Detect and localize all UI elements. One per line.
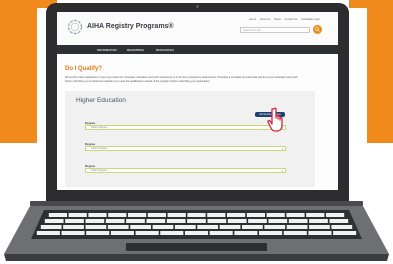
keyboard-key <box>110 231 134 235</box>
keyboard-key <box>61 231 85 235</box>
logo-swirl-icon <box>67 19 83 35</box>
background-top-right <box>349 0 367 8</box>
keyboard-key <box>166 219 186 223</box>
keyboard-key <box>40 225 62 229</box>
keyboard-key <box>248 219 267 223</box>
webcam <box>196 5 199 8</box>
keyboard-key <box>105 219 125 223</box>
keyboard-key <box>227 213 246 217</box>
trackpad <box>126 243 267 251</box>
search-button[interactable] <box>313 25 322 34</box>
site-header: AIHA Registry Programs® Home About Us Ne… <box>57 12 338 45</box>
utility-link-about[interactable]: About Us <box>260 18 271 21</box>
keyboard-key <box>160 231 184 235</box>
keyboard-key <box>184 231 209 235</box>
laptop-screen: AIHA Registry Programs® Home About Us Ne… <box>57 12 338 190</box>
keyboard-key <box>326 213 345 217</box>
keyboard-key <box>309 219 328 223</box>
keyboard-key <box>207 213 226 217</box>
keyboard-key <box>108 213 127 217</box>
page-title: Do I Qualify? <box>65 66 103 72</box>
keyboard-key <box>147 213 166 217</box>
keyboard-key <box>266 213 285 217</box>
page-content: Do I Qualify? Fill out the online applic… <box>57 54 338 190</box>
keyboard-key <box>48 213 67 217</box>
utility-link-contact[interactable]: Contact Us <box>285 18 298 21</box>
keyboard-key <box>264 225 286 229</box>
keyboard-key <box>187 219 206 223</box>
keyboard-key <box>209 231 233 235</box>
keyboard-key <box>286 213 305 217</box>
keyboard-key <box>187 213 206 217</box>
keyboard-key <box>207 219 227 223</box>
degree-select-2[interactable]: Select Degree ▾ <box>85 146 286 151</box>
keyboard-key <box>333 231 357 235</box>
degree-select-2-value: Select Degree <box>91 147 108 150</box>
keyboard-key <box>309 225 330 229</box>
keyboard-key <box>85 225 107 229</box>
search-icon <box>315 27 320 32</box>
keyboard-key <box>259 231 283 235</box>
utility-link-news[interactable]: News <box>274 18 281 21</box>
keyboard-key <box>152 225 174 229</box>
keyboard-key <box>63 225 84 229</box>
laptop-keyboard-deck <box>4 206 389 261</box>
keyboard-key <box>85 219 105 223</box>
keyboard-key <box>227 219 247 223</box>
keyboard-key <box>331 225 353 229</box>
degree-select-1-value: Select Degree <box>91 126 108 129</box>
main-nav: INFORMATION REGISTRIES RESOURCES <box>57 45 338 54</box>
utility-link-home[interactable]: Home <box>249 18 256 21</box>
keyboard-key <box>135 231 159 235</box>
keyboard-key <box>268 219 288 223</box>
utility-link-login[interactable]: Candidate Login <box>301 18 320 21</box>
utility-links: Home About Us News Contact Us Candidate … <box>246 18 320 21</box>
keyboard-key <box>44 219 64 223</box>
hand-pointer-icon <box>267 107 283 132</box>
keyboard-key <box>283 231 307 235</box>
keyboard-key <box>197 225 219 229</box>
keyboard-key <box>246 213 265 217</box>
keyboard-key <box>174 225 196 229</box>
keyboard-key <box>242 225 263 229</box>
intro-text: Fill out the online application to see i… <box>65 76 298 83</box>
keyboard-key <box>288 219 308 223</box>
site-logo-text[interactable]: AIHA Registry Programs® <box>87 23 174 30</box>
nav-item-resources[interactable]: RESOURCES <box>156 48 174 52</box>
chevron-down-icon: ▾ <box>281 169 283 173</box>
keyboard-key <box>86 231 110 235</box>
keyboard-key <box>167 213 186 217</box>
keyboard-key <box>128 213 147 217</box>
background-right <box>367 0 393 143</box>
degree-select-1[interactable]: Select Degree ▾ <box>85 125 286 130</box>
chevron-down-icon: ▾ <box>281 147 283 151</box>
keyboard-key <box>234 231 258 235</box>
keyboard-key <box>126 219 145 223</box>
keyboard-key <box>68 213 87 217</box>
laptop-bezel: AIHA Registry Programs® Home About Us Ne… <box>46 3 349 201</box>
keyboard-key <box>65 219 84 223</box>
keyboard-key <box>329 219 349 223</box>
keyboard-key <box>88 213 107 217</box>
keyboard-key <box>308 231 332 235</box>
nav-item-registries[interactable]: REGISTRIES <box>127 48 144 52</box>
keyboard-key <box>219 225 241 229</box>
degree-select-3-value: Select Degree <box>91 169 108 172</box>
nav-item-information[interactable]: INFORMATION <box>97 48 117 52</box>
keyboard-key <box>286 225 308 229</box>
keyboard-key <box>146 219 166 223</box>
background-left <box>0 0 37 143</box>
degree-select-3[interactable]: Select Degree ▾ <box>85 168 286 173</box>
keyboard-key <box>130 225 151 229</box>
keyboard-key <box>107 225 129 229</box>
keyboard-key <box>36 231 60 235</box>
section-title: Higher Education <box>76 97 126 104</box>
search-input[interactable]: Search this site... <box>240 27 310 33</box>
keyboard-key <box>306 213 325 217</box>
